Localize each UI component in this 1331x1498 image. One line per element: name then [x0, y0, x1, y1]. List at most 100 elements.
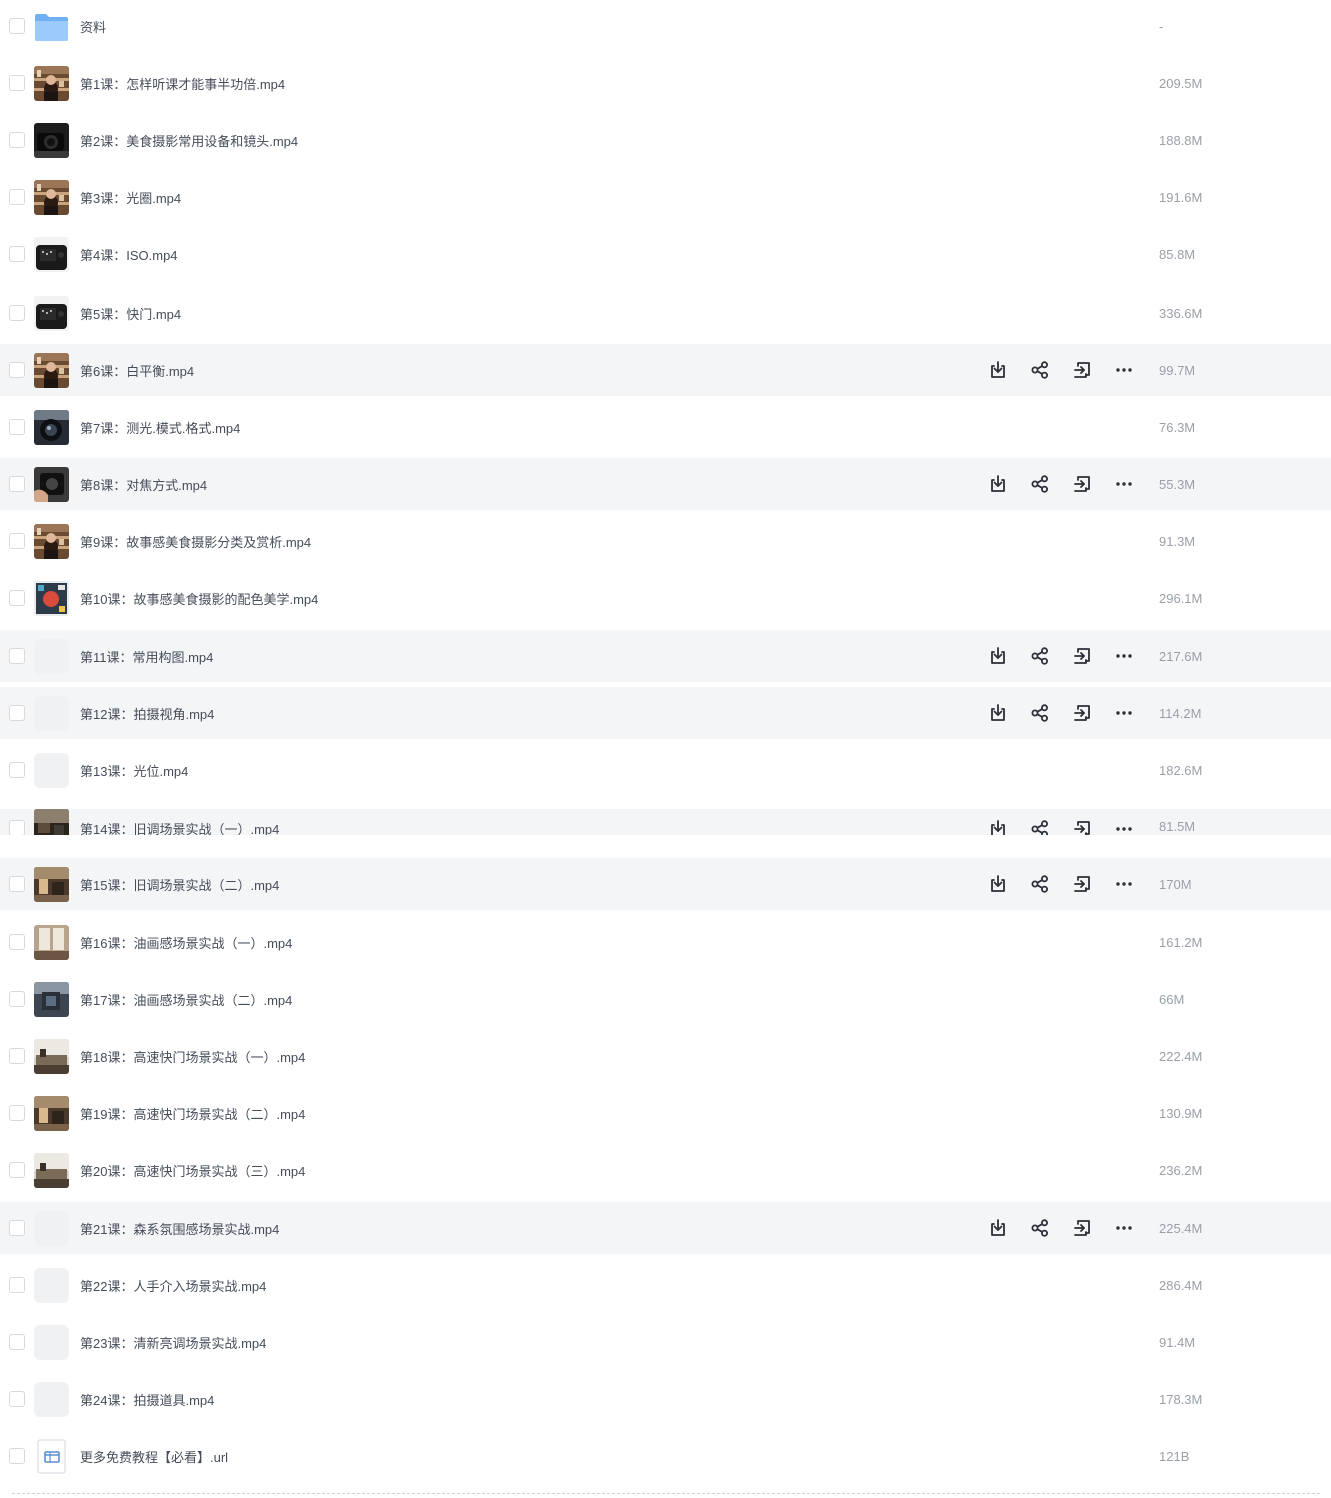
file-name[interactable]: 第9课：故事感美食摄影分类及赏析.mp4 [80, 532, 311, 551]
file-row[interactable]: 第15课：旧调场景实战（二）.mp4 170M [0, 858, 1331, 910]
more-button[interactable] [1112, 701, 1136, 725]
file-name[interactable]: 第24课：拍摄道具.mp4 [80, 1390, 214, 1409]
more-button[interactable] [1112, 817, 1136, 835]
row-checkbox[interactable] [9, 246, 25, 262]
file-row[interactable]: 第5课：快门.mp4 336.6M [0, 287, 1331, 339]
file-row[interactable]: 第19课：高速快门场景实战（二）.mp4 130.9M [0, 1087, 1331, 1139]
file-row[interactable]: 第14课：旧调场景实战（一）.mp4 81.5M [0, 809, 1331, 835]
download-button[interactable] [986, 472, 1010, 496]
file-row[interactable]: 第20课：高速快门场景实战（三）.mp4 236.2M [0, 1144, 1331, 1196]
row-checkbox[interactable] [9, 305, 25, 321]
row-checkbox[interactable] [9, 991, 25, 1007]
file-name[interactable]: 第11课：常用构图.mp4 [80, 647, 213, 666]
file-row[interactable]: 第6课：白平衡.mp4 99.7M [0, 344, 1331, 396]
row-checkbox[interactable] [9, 705, 25, 721]
file-name[interactable]: 第20课：高速快门场景实战（三）.mp4 [80, 1161, 305, 1180]
share-button[interactable] [1028, 358, 1052, 382]
file-name[interactable]: 第1课：怎样听课才能事半功倍.mp4 [80, 74, 285, 93]
file-row[interactable]: 第11课：常用构图.mp4 217.6M [0, 630, 1331, 682]
share-button[interactable] [1028, 644, 1052, 668]
row-checkbox[interactable] [9, 934, 25, 950]
file-name[interactable]: 第3课：光圈.mp4 [80, 188, 181, 207]
file-row[interactable]: 第8课：对焦方式.mp4 55.3M [0, 458, 1331, 510]
file-name[interactable]: 第14课：旧调场景实战（一）.mp4 [80, 819, 279, 835]
file-row[interactable]: 资料 - [0, 0, 1331, 52]
file-name[interactable]: 第19课：高速快门场景实战（二）.mp4 [80, 1104, 305, 1123]
more-button[interactable] [1112, 472, 1136, 496]
file-name[interactable]: 第6课：白平衡.mp4 [80, 361, 194, 380]
row-checkbox[interactable] [9, 362, 25, 378]
file-row[interactable]: 第9课：故事感美食摄影分类及赏析.mp4 91.3M [0, 515, 1331, 567]
row-checkbox[interactable] [9, 18, 25, 34]
file-name[interactable]: 更多免费教程【必看】.url [80, 1447, 228, 1466]
download-button[interactable] [986, 701, 1010, 725]
file-row[interactable]: 第4课：ISO.mp4 85.8M [0, 228, 1331, 280]
move-button[interactable] [1070, 644, 1094, 668]
file-row[interactable]: 第22课：人手介入场景实战.mp4 286.4M [0, 1259, 1331, 1311]
share-button[interactable] [1028, 701, 1052, 725]
file-name[interactable]: 第22课：人手介入场景实战.mp4 [80, 1276, 266, 1295]
download-button[interactable] [986, 817, 1010, 835]
share-button[interactable] [1028, 872, 1052, 896]
move-button[interactable] [1070, 817, 1094, 835]
file-name[interactable]: 第16课：油画感场景实战（一）.mp4 [80, 933, 292, 952]
row-checkbox[interactable] [9, 1162, 25, 1178]
file-row[interactable]: 第13课：光位.mp4 182.6M [0, 744, 1331, 796]
file-row[interactable]: 第7课：测光.模式.格式.mp4 76.3M [0, 401, 1331, 453]
file-row[interactable]: 第17课：油画感场景实战（二）.mp4 66M [0, 973, 1331, 1025]
more-button[interactable] [1112, 1216, 1136, 1240]
file-name[interactable]: 第2课：美食摄影常用设备和镜头.mp4 [80, 131, 298, 150]
share-button[interactable] [1028, 1216, 1052, 1240]
file-name[interactable]: 第18课：高速快门场景实战（一）.mp4 [80, 1047, 305, 1066]
file-name[interactable]: 第5课：快门.mp4 [80, 304, 181, 323]
file-row[interactable]: 第2课：美食摄影常用设备和镜头.mp4 188.8M [0, 114, 1331, 166]
file-name[interactable]: 第10课：故事感美食摄影的配色美学.mp4 [80, 589, 318, 608]
row-checkbox[interactable] [9, 533, 25, 549]
file-name[interactable]: 第4课：ISO.mp4 [80, 245, 178, 264]
share-button[interactable] [1028, 472, 1052, 496]
file-row[interactable]: 第18课：高速快门场景实战（一）.mp4 222.4M [0, 1030, 1331, 1082]
row-checkbox[interactable] [9, 1277, 25, 1293]
file-name[interactable]: 第12课：拍摄视角.mp4 [80, 704, 214, 723]
row-checkbox[interactable] [9, 820, 25, 835]
file-name[interactable]: 第17课：油画感场景实战（二）.mp4 [80, 990, 292, 1009]
row-checkbox[interactable] [9, 132, 25, 148]
download-button[interactable] [986, 644, 1010, 668]
file-name[interactable]: 第15课：旧调场景实战（二）.mp4 [80, 875, 279, 894]
file-name[interactable]: 第13课：光位.mp4 [80, 761, 188, 780]
file-row[interactable]: 第16课：油画感场景实战（一）.mp4 161.2M [0, 916, 1331, 968]
file-row[interactable]: 第23课：清新亮调场景实战.mp4 91.4M [0, 1316, 1331, 1368]
move-button[interactable] [1070, 1216, 1094, 1240]
file-name[interactable]: 第7课：测光.模式.格式.mp4 [80, 418, 240, 437]
file-row[interactable]: 第24课：拍摄道具.mp4 178.3M [0, 1373, 1331, 1425]
row-checkbox[interactable] [9, 762, 25, 778]
file-name[interactable]: 第23课：清新亮调场景实战.mp4 [80, 1333, 266, 1352]
download-button[interactable] [986, 358, 1010, 382]
file-name[interactable]: 资料 [80, 17, 106, 36]
more-button[interactable] [1112, 872, 1136, 896]
row-checkbox[interactable] [9, 648, 25, 664]
download-button[interactable] [986, 872, 1010, 896]
row-checkbox[interactable] [9, 419, 25, 435]
move-button[interactable] [1070, 358, 1094, 382]
file-row[interactable]: 第3课：光圈.mp4 191.6M [0, 171, 1331, 223]
row-checkbox[interactable] [9, 1220, 25, 1236]
file-row[interactable]: 第10课：故事感美食摄影的配色美学.mp4 296.1M [0, 572, 1331, 624]
row-checkbox[interactable] [9, 876, 25, 892]
move-button[interactable] [1070, 701, 1094, 725]
row-checkbox[interactable] [9, 1105, 25, 1121]
row-checkbox[interactable] [9, 1448, 25, 1464]
file-row[interactable]: 第1课：怎样听课才能事半功倍.mp4 209.5M [0, 57, 1331, 109]
row-checkbox[interactable] [9, 189, 25, 205]
row-checkbox[interactable] [9, 75, 25, 91]
row-checkbox[interactable] [9, 1048, 25, 1064]
row-checkbox[interactable] [9, 476, 25, 492]
file-name[interactable]: 第8课：对焦方式.mp4 [80, 475, 207, 494]
more-button[interactable] [1112, 644, 1136, 668]
move-button[interactable] [1070, 472, 1094, 496]
more-button[interactable] [1112, 358, 1136, 382]
download-button[interactable] [986, 1216, 1010, 1240]
share-button[interactable] [1028, 817, 1052, 835]
row-checkbox[interactable] [9, 590, 25, 606]
move-button[interactable] [1070, 872, 1094, 896]
